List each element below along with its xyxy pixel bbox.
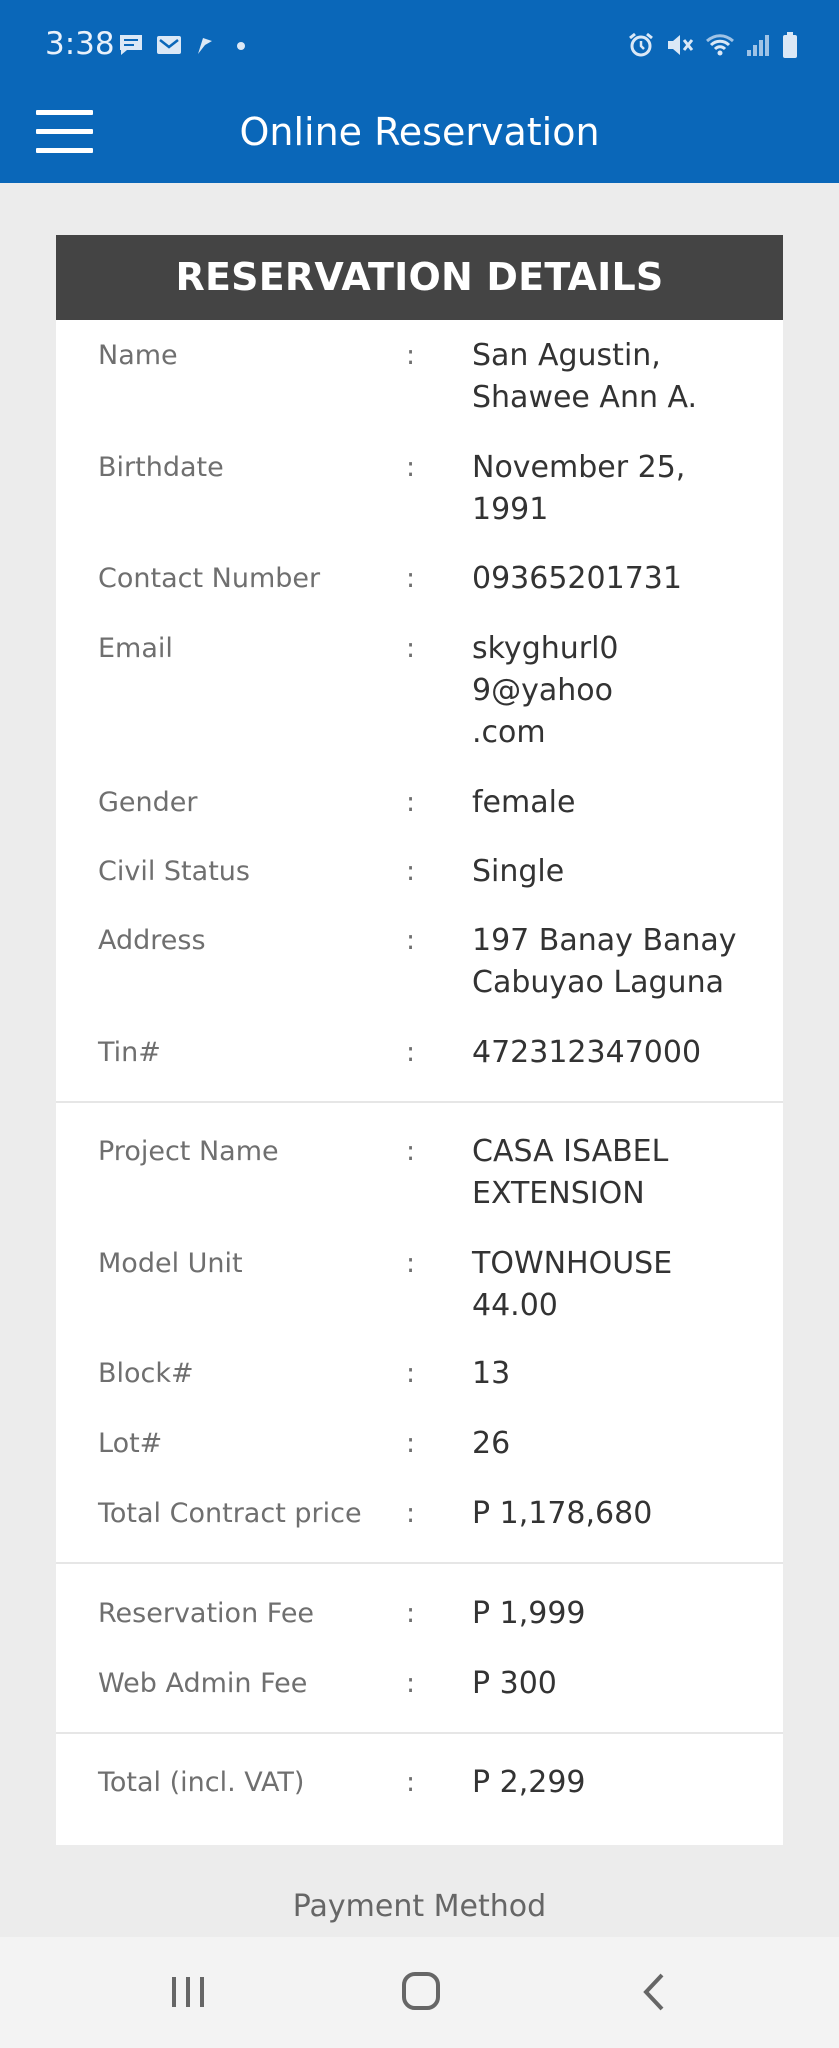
signal-icon	[747, 35, 769, 56]
row-colon: :	[406, 633, 416, 664]
row-colon: :	[406, 1037, 416, 1068]
dot-icon	[237, 42, 245, 50]
status-bar: 3:38	[0, 0, 839, 86]
row-value: P 1,178,680	[472, 1496, 653, 1531]
system-nav-bar	[0, 1937, 839, 2048]
row-colon: :	[406, 856, 416, 887]
row-label: Gender	[98, 787, 198, 818]
row-colon: :	[406, 925, 416, 956]
row-value: November 25, 1991	[472, 450, 686, 527]
row-label: Block#	[98, 1358, 194, 1389]
row-value: P 300	[472, 1666, 557, 1701]
row-value: Single	[472, 854, 565, 889]
home-icon[interactable]	[391, 1967, 451, 2017]
section-divider	[56, 1101, 783, 1103]
section-divider	[56, 1732, 783, 1734]
row-value: 13	[472, 1356, 511, 1391]
row-label: Birthdate	[98, 452, 224, 483]
row-label: Web Admin Fee	[98, 1668, 308, 1699]
row-value: P 1,999	[472, 1596, 586, 1631]
row-colon: :	[406, 1668, 416, 1699]
row-label: Project Name	[98, 1136, 279, 1167]
row-value: P 2,299	[472, 1765, 586, 1800]
row-value: 472312347000	[472, 1035, 702, 1070]
row-label: Address	[98, 925, 206, 956]
row-colon: :	[406, 1498, 416, 1529]
mail-icon	[157, 36, 181, 54]
app-bar: Online Reservation	[0, 86, 839, 183]
row-label: Lot#	[98, 1428, 163, 1459]
row-label: Email	[98, 633, 173, 664]
row-colon: :	[406, 452, 416, 483]
mute-icon	[668, 35, 694, 55]
row-value: CASA ISABEL EXTENSION	[472, 1134, 669, 1211]
row-value: 26	[472, 1426, 511, 1461]
row-label: Contact Number	[98, 563, 321, 594]
row-colon: :	[406, 563, 416, 594]
row-label: Model Unit	[98, 1248, 243, 1279]
alarm-icon	[629, 32, 653, 57]
status-time: 3:38	[45, 26, 115, 62]
chat-icon	[120, 35, 142, 55]
row-value: 197 Banay Banay Cabuyao Laguna	[472, 923, 737, 1000]
back-icon[interactable]	[626, 1967, 686, 2017]
row-label: Name	[98, 340, 178, 371]
recent-apps-icon[interactable]	[158, 1967, 218, 2017]
page-title: Online Reservation	[239, 110, 600, 154]
payment-method-heading: Payment Method	[292, 1889, 547, 1924]
row-colon: :	[406, 1248, 416, 1279]
row-colon: :	[406, 787, 416, 818]
notification-icons	[118, 32, 248, 58]
row-colon: :	[406, 1358, 416, 1389]
row-label: Reservation Fee	[98, 1598, 315, 1629]
row-value: 09365201731	[472, 561, 682, 596]
row-value: skyghurl0 9@yahoo .com	[472, 631, 619, 750]
row-value: female	[472, 785, 576, 820]
row-label: Total (incl. VAT)	[98, 1767, 305, 1798]
section-divider	[56, 1562, 783, 1564]
row-colon: :	[406, 1767, 416, 1798]
system-icons	[627, 30, 799, 60]
wifi-icon	[706, 34, 734, 56]
row-colon: :	[406, 340, 416, 371]
row-colon: :	[406, 1428, 416, 1459]
battery-icon	[783, 32, 797, 58]
row-colon: :	[406, 1598, 416, 1629]
row-label: Total Contract price	[98, 1498, 362, 1529]
row-value: San Agustin, Shawee Ann A.	[472, 338, 698, 415]
row-label: Civil Status	[98, 856, 250, 887]
card-header: RESERVATION DETAILS	[56, 235, 783, 320]
row-value: TOWNHOUSE 44.00	[472, 1246, 673, 1323]
flag-icon	[198, 38, 212, 54]
row-colon: :	[406, 1136, 416, 1167]
row-label: Tin#	[98, 1037, 161, 1068]
reservation-details-card: RESERVATION DETAILS Name : San Agustin, …	[56, 235, 783, 1845]
